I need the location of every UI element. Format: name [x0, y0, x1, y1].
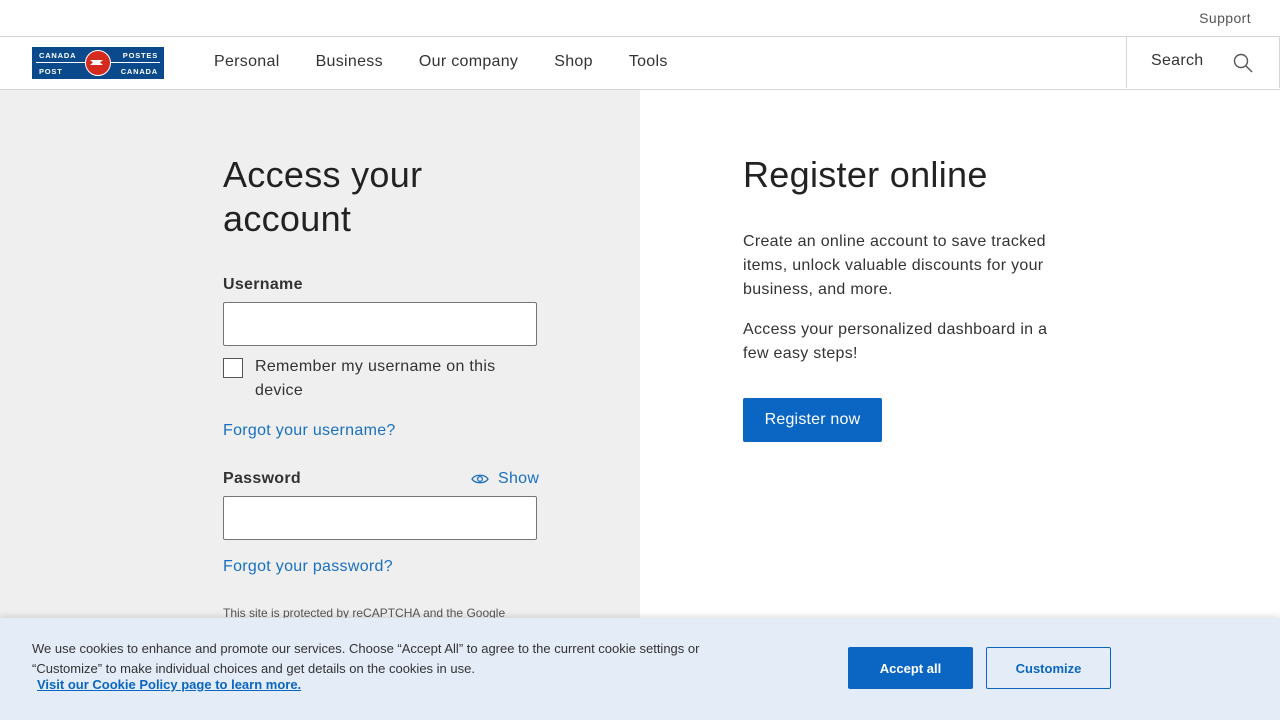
logo-text-bottom-right: CANADA — [120, 67, 158, 76]
canada-post-logo[interactable]: CANADA POSTES POST CANADA — [32, 47, 164, 79]
cookie-policy-link[interactable]: Visit our Cookie Policy page to learn mo… — [37, 677, 301, 692]
cookie-notice-text: We use cookies to enhance and promote ou… — [32, 641, 700, 676]
show-password-toggle[interactable]: Show — [471, 469, 539, 489]
customize-button[interactable]: Customize — [986, 647, 1111, 689]
username-input[interactable] — [223, 302, 537, 346]
remember-username-checkbox[interactable] — [223, 358, 243, 378]
search-icon — [1233, 53, 1253, 73]
search-button[interactable]: Search — [1126, 37, 1280, 88]
nav-item-our-company[interactable]: Our company — [419, 53, 518, 71]
username-label: Username — [223, 276, 303, 293]
logo-text-bottom-left: POST — [39, 67, 63, 76]
register-title: Register online — [743, 154, 988, 195]
primary-nav: Personal Business Our company Shop Tools — [214, 53, 704, 71]
remember-username-label[interactable]: Remember my username on this device — [255, 355, 535, 403]
password-input[interactable] — [223, 496, 537, 540]
support-link[interactable]: Support — [1199, 10, 1251, 26]
logo-emblem-icon — [85, 50, 111, 76]
search-label: Search — [1151, 52, 1204, 69]
logo-text-top-left: CANADA — [39, 51, 77, 60]
logo-text-top-right: POSTES — [122, 51, 158, 60]
show-password-label: Show — [498, 470, 540, 487]
register-description: Create an online account to save tracked… — [743, 233, 1046, 298]
nav-item-business[interactable]: Business — [316, 53, 383, 71]
forgot-username-link[interactable]: Forgot your username? — [223, 422, 396, 440]
main-nav: CANADA POSTES POST CANADA Personal Busin… — [0, 37, 1280, 90]
nav-item-tools[interactable]: Tools — [629, 53, 668, 71]
register-steps-text: Access your personalized dashboard in a … — [743, 321, 1048, 362]
utility-bar: Support — [0, 0, 1280, 37]
nav-item-shop[interactable]: Shop — [554, 53, 593, 71]
login-title: Access your account — [223, 154, 423, 239]
accept-all-button[interactable]: Accept all — [848, 647, 973, 689]
eye-icon — [471, 474, 489, 484]
password-label: Password — [223, 470, 301, 487]
nav-item-personal[interactable]: Personal — [214, 53, 280, 71]
register-now-button[interactable]: Register now — [743, 398, 882, 442]
cookie-banner: We use cookies to enhance and promote ou… — [0, 618, 1280, 720]
forgot-password-link[interactable]: Forgot your password? — [223, 558, 393, 576]
